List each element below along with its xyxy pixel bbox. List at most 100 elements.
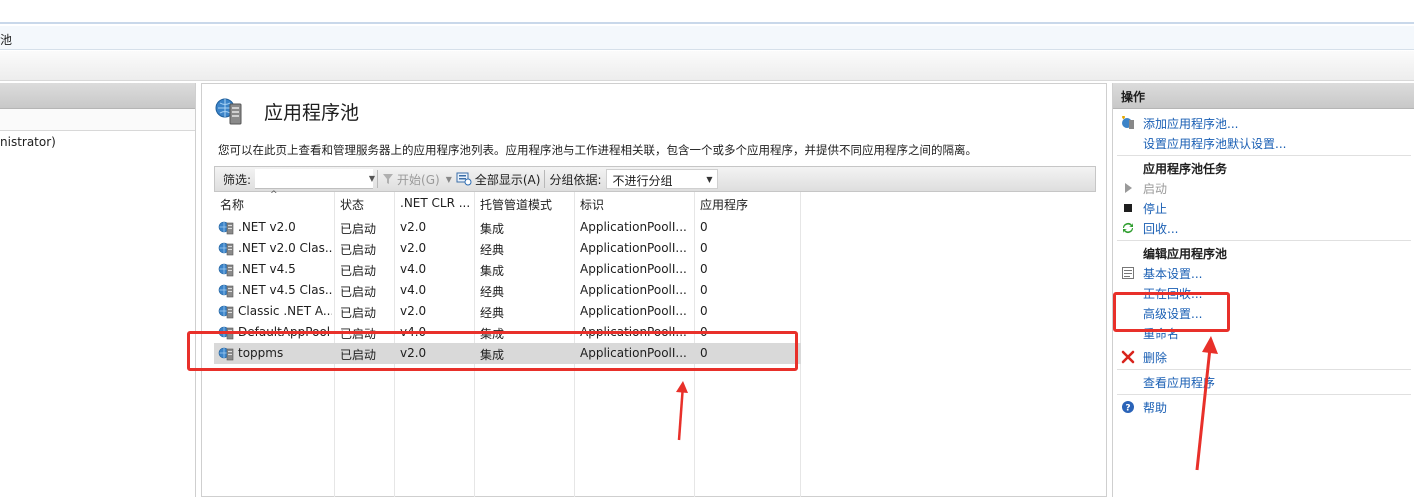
- page-description: 您可以在此页上查看和管理服务器上的应用程序池列表。应用程序池与工作进程相关联，包…: [218, 143, 977, 157]
- table-cell-identity: ApplicationPoolI...: [580, 241, 687, 255]
- highlight-box-advanced-settings: [1113, 292, 1230, 332]
- table-cell-status: 已启动: [340, 306, 377, 320]
- delete-pool-link[interactable]: 删除: [1143, 349, 1167, 366]
- table-row[interactable]: .NET v4.5 Clas... 已启动 v4.0 经典 ApplicationPoo…: [214, 280, 801, 301]
- table-row[interactable]: .NET v4.5 已启动 v4.0 集成 ApplicationPoolI... 0: [214, 259, 801, 280]
- filter-toolbar: 筛选: ▼ 开始(G) ▼ 全部显示(A) 分组依据: 不进行分组 ▼: [214, 166, 1096, 192]
- add-pool-icon: [1122, 116, 1134, 129]
- actions-header: 操作: [1113, 83, 1414, 109]
- table-cell-apps: 0: [700, 262, 708, 276]
- column-header-applications[interactable]: 应用程序: [694, 192, 801, 215]
- start-filter-label: 开始(G): [397, 172, 440, 187]
- table-cell-name: .NET v2.0 Clas...: [238, 241, 332, 255]
- column-header-name[interactable]: 名称 ^: [214, 190, 334, 215]
- group-by-label: 分组依据:: [549, 172, 602, 187]
- table-cell-status: 已启动: [340, 222, 377, 236]
- table-cell-name: .NET v2.0: [238, 220, 296, 234]
- group-by-select[interactable]: 不进行分组 ▼: [605, 169, 718, 189]
- table-cell-apps: 0: [700, 220, 708, 234]
- delete-icon: [1121, 350, 1135, 364]
- server-node[interactable]: nistrator): [0, 135, 56, 149]
- column-header-pipeline[interactable]: 托管管道模式: [474, 192, 574, 215]
- edit-pool-heading: 编辑应用程序池: [1143, 247, 1228, 261]
- page-title: 应用程序池: [264, 102, 360, 124]
- funnel-icon: [383, 174, 394, 184]
- section-divider: [1117, 394, 1411, 395]
- column-header-status[interactable]: 状态: [334, 192, 394, 215]
- table-cell-clr: v2.0: [400, 304, 427, 318]
- stop-icon: [1124, 204, 1132, 212]
- table-cell-identity: ApplicationPoolI...: [580, 304, 687, 318]
- actions-pane: 操作 添加应用程序池... 设置应用程序池默认设置... 应用程序池任务 启动 …: [1112, 83, 1414, 497]
- table-cell-pipeline: 集成: [480, 222, 505, 236]
- menu-bar: [0, 51, 1414, 81]
- content-pane: 应用程序池 您可以在此页上查看和管理服务器上的应用程序池列表。应用程序池与工作进…: [201, 83, 1107, 497]
- help-icon: ?: [1122, 401, 1134, 414]
- app-pool-icon: [218, 305, 234, 319]
- app-pool-icon: [218, 263, 234, 277]
- table-cell-status: 已启动: [340, 243, 377, 257]
- start-pool-link[interactable]: 启动: [1143, 180, 1167, 197]
- table-row[interactable]: .NET v2.0 Clas... 已启动 v2.0 经典 ApplicationPoo…: [214, 238, 801, 259]
- stop-pool-link[interactable]: 停止: [1143, 200, 1167, 217]
- table-cell-status: 已启动: [340, 264, 377, 278]
- table-cell-clr: v4.0: [400, 283, 427, 297]
- table-cell-name: .NET v4.5: [238, 262, 296, 276]
- connections-header: [0, 83, 195, 109]
- chevron-down-icon[interactable]: ▼: [446, 175, 452, 184]
- table-cell-clr: v4.0: [400, 262, 427, 276]
- table-cell-pipeline: 经典: [480, 243, 505, 257]
- basic-settings-link[interactable]: 基本设置...: [1143, 265, 1202, 282]
- table-cell-clr: v2.0: [400, 220, 427, 234]
- settings-page-icon: [1122, 267, 1134, 279]
- table-cell-apps: 0: [700, 283, 708, 297]
- column-header-clr[interactable]: .NET CLR ...: [394, 192, 474, 215]
- show-all-icon: [456, 172, 472, 186]
- address-bar[interactable]: 池: [0, 26, 1414, 50]
- chevron-down-icon[interactable]: ▼: [706, 175, 712, 184]
- start-filter-button[interactable]: 开始(G): [382, 171, 440, 188]
- table-cell-clr: v2.0: [400, 241, 427, 255]
- recycle-pool-link[interactable]: 回收...: [1143, 220, 1178, 237]
- sort-ascending-icon: ^: [270, 190, 278, 200]
- filter-input[interactable]: ▼: [255, 169, 375, 189]
- set-pool-defaults-link[interactable]: 设置应用程序池默认设置...: [1143, 135, 1286, 152]
- connections-pane: nistrator): [0, 83, 196, 497]
- section-divider: [1117, 240, 1411, 241]
- pool-tasks-heading: 应用程序池任务: [1143, 162, 1228, 176]
- show-all-button[interactable]: 全部显示(A): [456, 171, 541, 188]
- help-link[interactable]: 帮助: [1143, 399, 1167, 416]
- table-cell-apps: 0: [700, 304, 708, 318]
- add-app-pool-link[interactable]: 添加应用程序池...: [1143, 115, 1238, 132]
- app-pool-icon: [218, 284, 234, 298]
- show-all-label: 全部显示(A): [474, 172, 541, 187]
- highlight-box-selected-row: [187, 331, 798, 371]
- app-pool-icon: [218, 221, 234, 235]
- table-cell-identity: ApplicationPoolI...: [580, 220, 687, 234]
- section-divider: [1117, 369, 1411, 370]
- toolbar-divider: [377, 170, 379, 188]
- view-applications-link[interactable]: 查看应用程序: [1143, 374, 1215, 391]
- table-cell-pipeline: 经典: [480, 306, 505, 320]
- table-cell-identity: ApplicationPoolI...: [580, 283, 687, 297]
- chevron-down-icon[interactable]: ▼: [369, 174, 375, 183]
- svg-text:?: ?: [1125, 404, 1130, 414]
- play-icon: [1125, 183, 1132, 193]
- title-bar: [0, 0, 1414, 24]
- toolbar-divider: [544, 170, 546, 188]
- filter-label: 筛选:: [223, 172, 252, 187]
- table-cell-pipeline: 经典: [480, 285, 505, 299]
- table-row[interactable]: Classic .NET A... 已启动 v2.0 经典 ApplicationPoo…: [214, 301, 801, 322]
- table-cell-name: .NET v4.5 Clas...: [238, 283, 332, 297]
- table-cell-pipeline: 集成: [480, 264, 505, 278]
- table-cell-name: Classic .NET A...: [238, 304, 332, 318]
- table-cell-apps: 0: [700, 241, 708, 255]
- app-pool-icon: [215, 98, 242, 125]
- section-divider: [1117, 155, 1411, 156]
- table-row[interactable]: .NET v2.0 已启动 v2.0 集成 ApplicationPoolI... 0: [214, 217, 801, 238]
- table-cell-status: 已启动: [340, 285, 377, 299]
- app-pool-icon: [218, 242, 234, 256]
- breadcrumb[interactable]: 池: [0, 31, 12, 48]
- column-header-identity[interactable]: 标识: [574, 192, 694, 215]
- table-cell-identity: ApplicationPoolI...: [580, 262, 687, 276]
